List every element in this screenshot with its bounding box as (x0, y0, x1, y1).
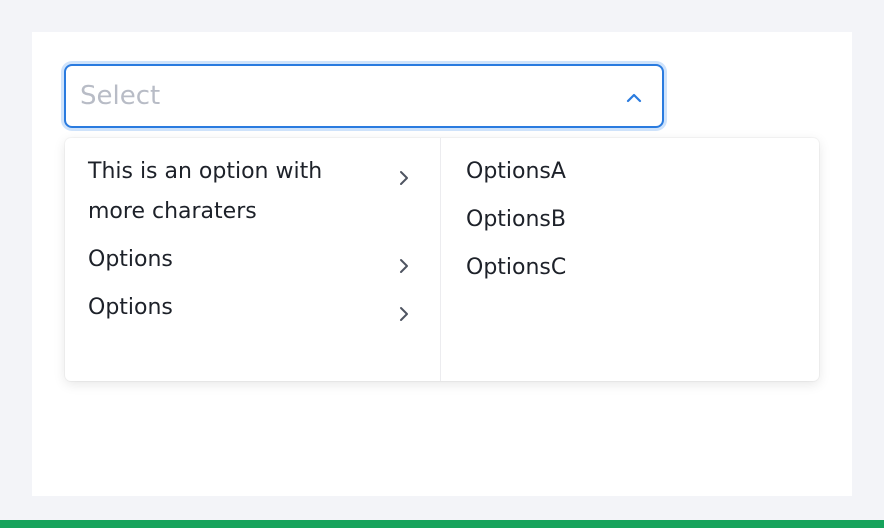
select-placeholder: Select (80, 81, 161, 111)
cascader-option[interactable]: This is an option with more charaters (65, 148, 440, 236)
chevron-right-icon (400, 171, 408, 185)
cascader-column-level2: OptionsA OptionsB OptionsC (441, 138, 819, 381)
cascader-option[interactable]: Options (65, 236, 440, 284)
cascader-option[interactable]: OptionsC (441, 244, 819, 292)
cascader-option[interactable]: OptionsB (441, 196, 819, 244)
cascader-option[interactable]: Options (65, 284, 440, 332)
cascader-option-label: Options (88, 295, 173, 320)
chevron-right-icon (400, 307, 408, 321)
chevron-up-icon[interactable] (624, 88, 644, 108)
cascader-column-level1: This is an option with more charaters Op… (65, 138, 441, 381)
cascader-option-label: OptionsC (466, 255, 567, 280)
cascader-dropdown: This is an option with more charaters Op… (65, 138, 819, 381)
cascader-option-label: OptionsB (466, 207, 566, 232)
cascader-option-label: OptionsA (466, 159, 566, 184)
cascader-option[interactable]: OptionsA (441, 148, 819, 196)
cascader-option-label: Options (88, 247, 173, 272)
cascader-option-label: This is an option with more charaters (88, 159, 323, 224)
chevron-right-icon (400, 259, 408, 273)
cascader-select[interactable]: Select (64, 64, 664, 128)
bottom-accent-bar (0, 520, 884, 528)
